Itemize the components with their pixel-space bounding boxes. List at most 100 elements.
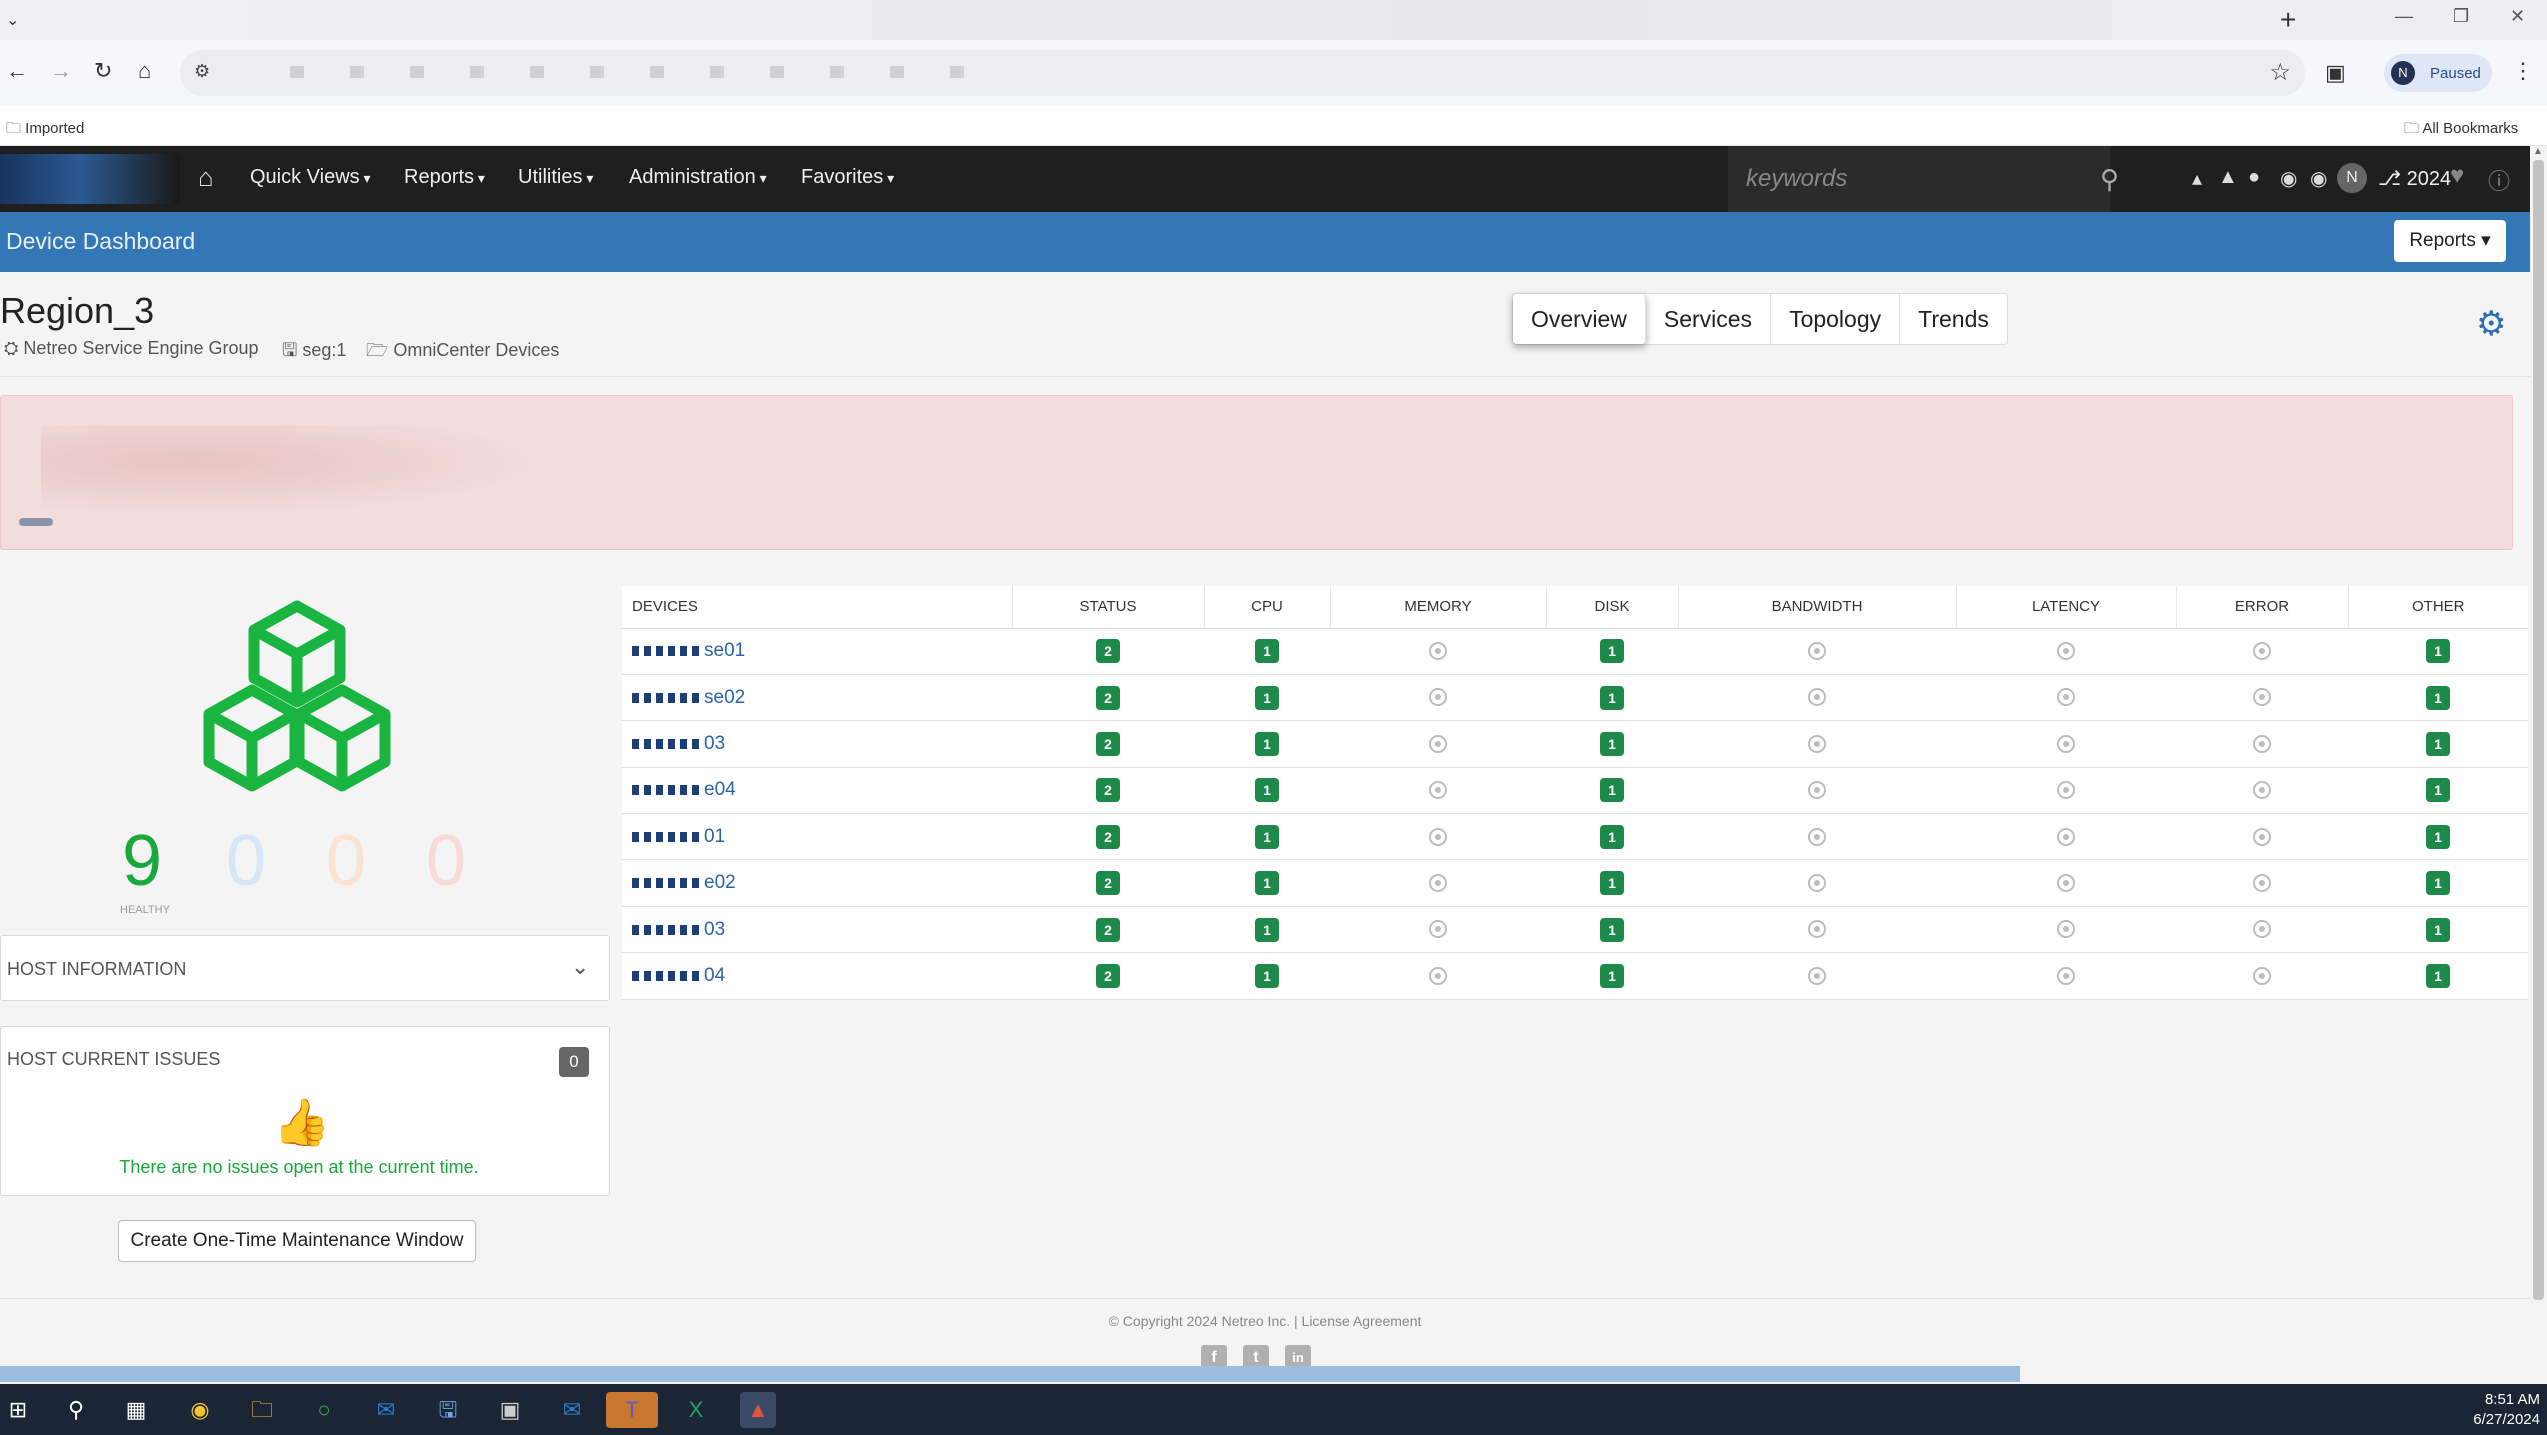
table-row[interactable]: se02 2 1 1 1 [622, 674, 2528, 722]
disk-cell[interactable]: 1 [1546, 674, 1678, 722]
critical-count[interactable]: 0 [426, 820, 466, 902]
profile-button[interactable]: N Paused [2384, 54, 2492, 92]
status-badge[interactable]: 2 [1096, 778, 1120, 803]
status-icon[interactable]: ◉ [2310, 166, 2327, 191]
device-link[interactable]: se01 [622, 628, 1012, 675]
close-window-icon[interactable]: ✕ [2510, 6, 2525, 27]
col-cpu[interactable]: CPU [1204, 586, 1331, 629]
disk-badge[interactable]: 1 [1600, 963, 1624, 988]
cpu-cell[interactable]: 1 [1204, 720, 1330, 768]
table-row[interactable]: 03 2 1 1 1 [622, 720, 2528, 768]
home-icon[interactable]: ⌂ [198, 162, 214, 193]
other-badge[interactable]: 1 [2426, 871, 2450, 896]
col-latency[interactable]: LATENCY [1956, 586, 2177, 629]
healthy-count[interactable]: 9 [122, 820, 162, 902]
cpu-cell[interactable]: 1 [1204, 952, 1330, 1000]
bell-icon[interactable]: ▲ [2218, 166, 2238, 189]
warning-count[interactable]: 0 [326, 820, 366, 902]
search-taskbar-icon[interactable]: ⚲ [58, 1392, 94, 1428]
table-row[interactable]: e02 2 1 1 1 [622, 859, 2528, 907]
netreo-logo[interactable] [0, 154, 180, 204]
new-tab-button[interactable]: + [2280, 4, 2296, 36]
chrome-icon[interactable]: ◉ [182, 1392, 218, 1428]
disk-badge[interactable]: 1 [1600, 824, 1624, 849]
cpu-badge[interactable]: 1 [1255, 685, 1279, 710]
other-cell[interactable]: 1 [2348, 674, 2528, 722]
cpu-cell[interactable]: 1 [1204, 813, 1330, 861]
outlook-icon[interactable]: ✉ [368, 1392, 404, 1428]
tab-services[interactable]: Services [1646, 294, 1772, 344]
version-label[interactable]: ⎇ 2024 [2378, 166, 2451, 191]
cpu-badge[interactable]: 1 [1255, 917, 1279, 942]
status-cell[interactable]: 2 [1012, 859, 1204, 907]
status-cell[interactable]: 2 [1012, 628, 1204, 675]
start-icon[interactable]: ⊞ [0, 1392, 36, 1428]
device-link[interactable]: 03 [622, 906, 1012, 954]
disk-badge[interactable]: 1 [1600, 685, 1624, 710]
table-row[interactable]: e04 2 1 1 1 [622, 767, 2528, 815]
cpu-cell[interactable]: 1 [1204, 767, 1330, 815]
tab-overview[interactable]: Overview [1513, 294, 1646, 344]
cpu-badge[interactable]: 1 [1255, 731, 1279, 756]
restore-icon[interactable]: ❐ [2453, 6, 2469, 27]
reports-dropdown-button[interactable]: Reports ▾ [2394, 220, 2506, 262]
tab-topology[interactable]: Topology [1771, 294, 1901, 344]
browser-menu-icon[interactable]: ⋮ [2512, 58, 2534, 84]
disk-cell[interactable]: 1 [1546, 906, 1678, 954]
other-badge[interactable]: 1 [2426, 685, 2450, 710]
status-badge[interactable]: 2 [1096, 685, 1120, 710]
device-link[interactable]: e02 [622, 859, 1012, 907]
menu-utilities[interactable]: Utilities [518, 166, 593, 189]
menu-reports[interactable]: Reports [404, 166, 485, 189]
users-icon[interactable]: ● [2248, 166, 2260, 189]
col-error[interactable]: ERROR [2176, 586, 2349, 629]
device-link[interactable]: 01 [622, 813, 1012, 861]
col-devices[interactable]: DEVICES [622, 586, 1013, 629]
home-browser-icon[interactable]: ⌂ [138, 58, 151, 84]
gear-icon[interactable]: ⚙ [2476, 304, 2506, 344]
other-cell[interactable]: 1 [2348, 720, 2528, 768]
status-badge[interactable]: 2 [1096, 871, 1120, 896]
copyright-text[interactable]: © Copyright 2024 Netreo Inc. | License A… [0, 1313, 2530, 1329]
disk-badge[interactable]: 1 [1600, 778, 1624, 803]
col-status[interactable]: STATUS [1012, 586, 1205, 629]
create-maintenance-window-button[interactable]: Create One-Time Maintenance Window [118, 1220, 476, 1262]
host-information-panel[interactable]: HOST INFORMATION ⌄ [0, 935, 610, 1001]
other-cell[interactable]: 1 [2348, 952, 2528, 1000]
pinned-app-icon[interactable]: ▲ [740, 1392, 776, 1428]
info-count[interactable]: 0 [226, 820, 266, 902]
horizontal-scrollbar[interactable] [0, 1366, 2020, 1382]
edge-icon[interactable]: ○ [306, 1392, 342, 1428]
menu-administration[interactable]: Administration [629, 166, 767, 189]
other-badge[interactable]: 1 [2426, 778, 2450, 803]
status-badge[interactable]: 2 [1096, 731, 1120, 756]
status-badge[interactable]: 2 [1096, 963, 1120, 988]
other-cell[interactable]: 1 [2348, 767, 2528, 815]
status-badge[interactable]: 2 [1096, 917, 1120, 942]
status-cell[interactable]: 2 [1012, 674, 1204, 722]
extensions-icon[interactable]: ▣ [2325, 60, 2346, 86]
status-cell[interactable]: 2 [1012, 767, 1204, 815]
disk-cell[interactable]: 1 [1546, 628, 1678, 675]
col-other[interactable]: OTHER [2348, 586, 2528, 629]
col-disk[interactable]: DISK [1546, 586, 1679, 629]
col-memory[interactable]: MEMORY [1330, 586, 1547, 629]
scrollbar-thumb[interactable] [2533, 160, 2544, 1300]
device-link[interactable]: 03 [622, 720, 1012, 768]
vertical-scrollbar[interactable]: ▲ [2530, 146, 2547, 1384]
system-clock[interactable]: 8:51 AM 6/27/2024 [2440, 1390, 2540, 1430]
cpu-badge[interactable]: 1 [1255, 639, 1279, 664]
cpu-cell[interactable]: 1 [1204, 906, 1330, 954]
bookmark-star-icon[interactable]: ☆ [2269, 58, 2291, 87]
excel-icon[interactable]: X [678, 1392, 714, 1428]
table-row[interactable]: se01 2 1 1 1 [622, 628, 2528, 675]
file-explorer-icon[interactable]: 🗀 [244, 1392, 280, 1428]
disk-badge[interactable]: 1 [1600, 731, 1624, 756]
heart-icon[interactable]: ♥ [2450, 162, 2464, 190]
category-label[interactable]: 🗁 OmniCenter Devices [366, 338, 559, 368]
task-view-icon[interactable]: ▦ [118, 1392, 154, 1428]
disk-cell[interactable]: 1 [1546, 767, 1678, 815]
disk-badge[interactable]: 1 [1600, 871, 1624, 896]
chevron-down-icon[interactable]: ⌄ [571, 954, 589, 980]
table-row[interactable]: 01 2 1 1 1 [622, 813, 2528, 861]
